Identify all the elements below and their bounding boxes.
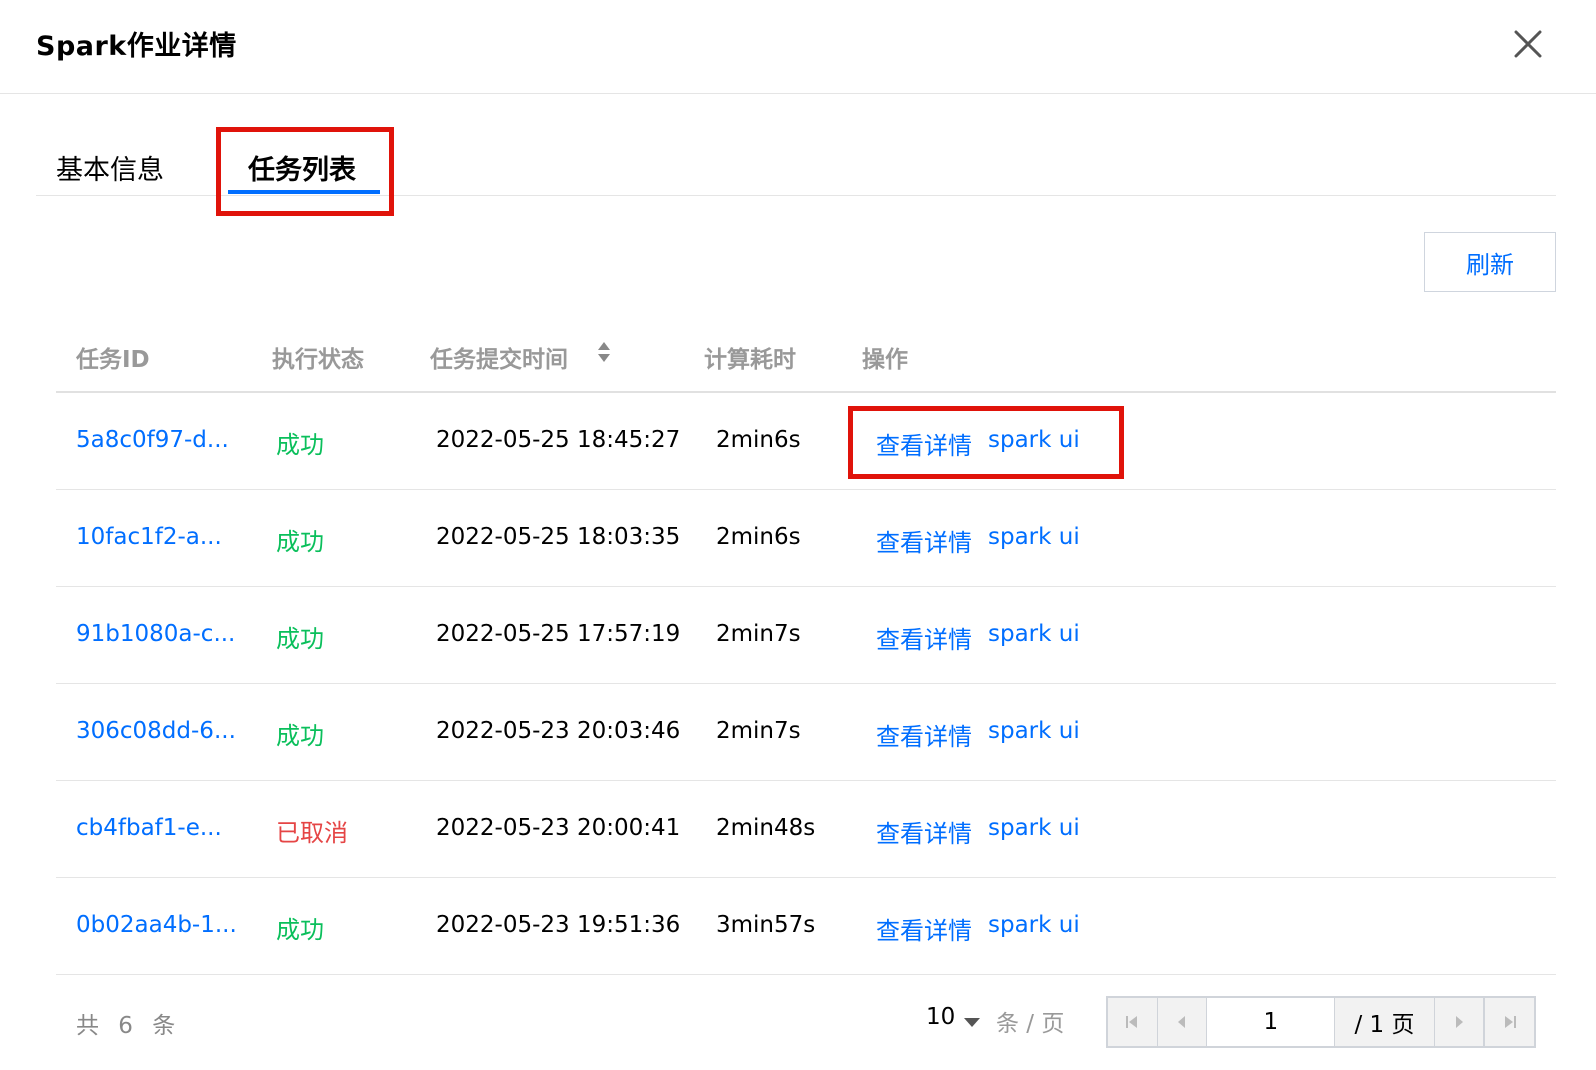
duration: 2min6s: [716, 524, 801, 550]
chevron-down-icon[interactable]: [964, 1018, 980, 1027]
task-id-link[interactable]: 5a8c0f97-d...: [76, 427, 229, 453]
task-id-link[interactable]: 0b02aa4b-1...: [76, 912, 237, 938]
first-page-icon[interactable]: [1108, 998, 1158, 1046]
table-row: cb4fbaf1-e... 已取消 2022-05-23 20:00:41 2m…: [56, 781, 1556, 878]
prev-page-icon[interactable]: [1157, 998, 1208, 1046]
status-text: 成功: [276, 722, 324, 750]
highlight-box-actions: [848, 406, 1124, 479]
table-row: 0b02aa4b-1... 成功 2022-05-23 19:51:36 3mi…: [56, 878, 1556, 975]
view-details-link[interactable]: 查看详情: [876, 717, 972, 752]
view-details-link[interactable]: 查看详情: [876, 814, 972, 849]
status-text: 成功: [276, 528, 324, 556]
view-details-link[interactable]: 查看详情: [876, 523, 972, 558]
column-header-submit-time[interactable]: 任务提交时间: [430, 340, 568, 374]
table-row: 91b1080a-c... 成功 2022-05-25 17:57:19 2mi…: [56, 587, 1556, 684]
table-row: 306c08dd-6... 成功 2022-05-23 20:03:46 2mi…: [56, 684, 1556, 781]
spark-ui-link[interactable]: spark ui: [988, 815, 1080, 841]
refresh-button[interactable]: 刷新: [1424, 232, 1556, 292]
duration: 2min7s: [716, 718, 801, 744]
submit-time: 2022-05-25 18:03:35: [436, 524, 681, 550]
dialog-header: Spark作业详情: [0, 0, 1596, 94]
spark-ui-link[interactable]: spark ui: [988, 718, 1080, 744]
page-number-input[interactable]: [1207, 998, 1336, 1046]
sort-icon[interactable]: [596, 340, 612, 364]
spark-ui-link[interactable]: spark ui: [988, 912, 1080, 938]
duration: 2min7s: [716, 621, 801, 647]
pagination: / 1 页: [1106, 996, 1536, 1048]
column-header-task-id: 任务ID: [76, 347, 150, 373]
status-text: 已取消: [276, 819, 348, 847]
spark-ui-link[interactable]: spark ui: [988, 621, 1080, 647]
next-page-icon[interactable]: [1434, 998, 1485, 1046]
tab-basic-info[interactable]: 基本信息: [56, 148, 164, 187]
task-id-link[interactable]: 10fac1f2-a...: [76, 524, 222, 550]
submit-time: 2022-05-25 17:57:19: [436, 621, 681, 647]
column-header-duration: 计算耗时: [704, 347, 796, 373]
total-pages: / 1 页: [1335, 998, 1435, 1046]
task-id-link[interactable]: cb4fbaf1-e...: [76, 815, 222, 841]
duration: 3min57s: [716, 912, 816, 938]
table-row: 10fac1f2-a... 成功 2022-05-25 18:03:35 2mi…: [56, 490, 1556, 587]
view-details-link[interactable]: 查看详情: [876, 620, 972, 655]
submit-time: 2022-05-25 18:45:27: [436, 427, 681, 453]
submit-time: 2022-05-23 20:03:46: [436, 718, 681, 744]
column-header-status: 执行状态: [272, 347, 364, 373]
task-id-link[interactable]: 306c08dd-6...: [76, 718, 236, 744]
total-count: 共 6 条: [76, 1013, 182, 1039]
dialog-title: Spark作业详情: [36, 31, 237, 62]
task-table: 任务ID 执行状态 任务提交时间 计算耗时 操作 5a8c0f97-d... 成…: [56, 318, 1556, 975]
last-page-icon[interactable]: [1484, 998, 1535, 1046]
submit-time: 2022-05-23 19:51:36: [436, 912, 681, 938]
table-row: 5a8c0f97-d... 成功 2022-05-25 18:45:27 2mi…: [56, 393, 1556, 490]
view-details-link[interactable]: 查看详情: [876, 911, 972, 946]
close-icon[interactable]: [1510, 26, 1546, 62]
highlight-box-tab: [216, 127, 394, 216]
column-header-actions: 操作: [862, 347, 908, 373]
spark-ui-link[interactable]: spark ui: [988, 524, 1080, 550]
task-id-link[interactable]: 91b1080a-c...: [76, 621, 235, 647]
duration: 2min6s: [716, 427, 801, 453]
status-text: 成功: [276, 916, 324, 944]
status-text: 成功: [276, 431, 324, 459]
submit-time: 2022-05-23 20:00:41: [436, 815, 681, 841]
page-size-select[interactable]: 10: [926, 1004, 955, 1030]
per-page-label: 条 / 页: [996, 1011, 1065, 1037]
status-text: 成功: [276, 625, 324, 653]
duration: 2min48s: [716, 815, 816, 841]
table-header: 任务ID 执行状态 任务提交时间 计算耗时 操作: [56, 318, 1556, 393]
